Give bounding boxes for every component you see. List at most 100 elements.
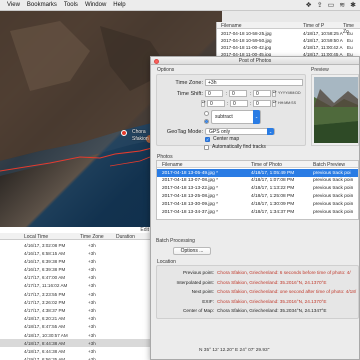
- col-filename[interactable]: Filename: [162, 162, 183, 168]
- geotag-mode-label: GeoTag Mode:: [166, 129, 203, 135]
- status-tray: ❖ ⇪ ▭ ≋ ✱: [305, 1, 356, 9]
- table-row[interactable]: 4/17/17, 6:47:00 AM +3h: [0, 274, 154, 282]
- local-time-cell: 4/17/17, 4:38:37 PM: [24, 308, 66, 313]
- photo-row[interactable]: 2017-04-18 13-05-49.jpg * 4/18/17, 1:05:4…: [157, 169, 358, 177]
- track-table[interactable]: Edit Local Time Time Zone Duration 4/16/…: [0, 227, 154, 360]
- shift-years-field[interactable]: 0: [205, 90, 223, 97]
- menu-help[interactable]: Help: [113, 2, 125, 8]
- shift-mode-select[interactable]: subtract ⌄: [211, 110, 261, 124]
- col-local-time[interactable]: Local Time: [24, 234, 48, 240]
- photo-filename-cell: 2017-04-18 13-05-49.jpg *: [162, 170, 219, 176]
- shift-minutes-field[interactable]: 0: [230, 100, 248, 107]
- options-label: Options: [157, 67, 175, 73]
- table-row[interactable]: 4/18/17, 8:47:55 AM +3h: [0, 323, 154, 331]
- table-row[interactable]: 4/17/17, 3:26:02 PM +3h: [0, 298, 154, 306]
- table-row[interactable]: 4/16/17, 6:39:38 PM +3h: [0, 257, 154, 265]
- bluetooth-icon[interactable]: ✱: [350, 1, 356, 9]
- table-row[interactable]: 4/17/17, 4:38:37 PM +3h: [0, 307, 154, 315]
- col-duration[interactable]: Duration: [116, 234, 135, 240]
- add-radio[interactable]: [204, 111, 209, 116]
- auto-find-tracks-checkbox[interactable]: [204, 145, 209, 150]
- dropbox-icon[interactable]: ❖: [305, 1, 311, 9]
- photos-table[interactable]: Filename Time of Photo Batch Preview 201…: [156, 160, 359, 220]
- col-filename[interactable]: Filename: [221, 23, 242, 29]
- table-row[interactable]: 4/16/17, 6:39:38 PM +3h: [0, 266, 154, 274]
- shift-date-stepper[interactable]: ▴▾: [272, 90, 277, 97]
- shift-hours-field[interactable]: 0: [207, 100, 225, 107]
- auto-find-tracks-label: Automatically find tracks: [212, 144, 266, 150]
- local-time-cell: 4/18/17, 8:47:55 AM: [24, 324, 66, 330]
- shift-seconds-field[interactable]: 0: [253, 100, 271, 107]
- preview-label: Preview: [311, 67, 329, 73]
- time-zone-field[interactable]: +3h: [205, 79, 303, 86]
- chevron-down-icon: ⌄: [253, 110, 260, 124]
- table-row[interactable]: 4/16/17, 3:02:08 PM +3h: [0, 241, 154, 249]
- col-time-zone[interactable]: Time Zone: [80, 234, 104, 240]
- local-time-cell: 4/18/17, 6:20:21 AM: [24, 316, 66, 322]
- shift-months-field[interactable]: 0: [229, 90, 247, 97]
- menu-view[interactable]: View: [7, 2, 20, 8]
- photo-filename-cell: 2017-04-18 13-25-08.jpg *: [162, 193, 219, 199]
- center-map-checkbox[interactable]: ✓: [205, 137, 210, 142]
- subtract-radio[interactable]: [204, 119, 209, 124]
- time-zone-label: Time Zone:: [175, 80, 203, 86]
- coordinate-readout: N 35° 12' 12.20" E 24° 07' 29.93": [199, 348, 270, 353]
- col-time-of-photo[interactable]: Time of Photo: [251, 162, 282, 168]
- time-zone-cell: +3h: [88, 316, 96, 322]
- photo-filename-cell: 2017-04-18 13-30-09.jpg *: [162, 201, 219, 207]
- table-row[interactable]: 4/17/17, 3:23:55 PM +3h: [0, 290, 154, 298]
- table-row[interactable]: 4/19/17, 6:56:35 AM +3h: [0, 356, 154, 360]
- photo-row[interactable]: 2017-04-18 13-34-37.jpg * 4/18/17, 1:34:3…: [157, 208, 358, 216]
- photo-time-cell: 4/18/17, 1:25:08 PM: [251, 193, 295, 199]
- options-button[interactable]: Options ...: [173, 247, 211, 255]
- shift-days-field[interactable]: 0: [253, 90, 271, 97]
- file-row[interactable]: 2017-04-18 10-59-50.jpg 4/18/17, 10:59:5…: [217, 37, 360, 44]
- close-icon[interactable]: [154, 58, 159, 64]
- wifi-icon[interactable]: ≋: [339, 1, 345, 9]
- col-time[interactable]: Time of P: [303, 23, 324, 29]
- photo-row[interactable]: 2017-04-18 13-25-08.jpg * 4/18/17, 1:25:0…: [157, 192, 358, 200]
- location-key: Center of Map:: [182, 308, 214, 313]
- location-value: Chora Sfakion, Griechenland: 35.2034°N, …: [217, 308, 327, 313]
- location-key: Previous point:: [182, 270, 214, 275]
- photo-time-cell: 4/18/17, 1:13:22 PM: [251, 186, 295, 192]
- local-time-cell: 4/16/17, 3:02:08 PM: [24, 242, 66, 248]
- photo-time-cell: 4/18/17, 1:07:08 PM: [251, 178, 295, 184]
- shift-time-stepper-left[interactable]: ▴▾: [201, 100, 206, 107]
- menu-bar: View Bookmarks Tools Window Help ❖ ⇪ ▭ ≋…: [0, 0, 360, 11]
- photo-preview: [311, 74, 359, 146]
- track-rows: 4/16/17, 3:02:08 PM +3h 4/16/17, 6:58:15 A…: [0, 241, 154, 360]
- file-row[interactable]: 2017-04-18 11-00-42.jpg 4/18/17, 11:00:4…: [217, 44, 360, 51]
- photo-batch-cell: previous track poin: [313, 209, 354, 215]
- photo-batch-cell: previous track poin: [313, 201, 354, 207]
- geotag-mode-select[interactable]: GPS only ⌄: [205, 128, 275, 135]
- location-key: Interpolated point:: [176, 279, 214, 285]
- location-pin-icon[interactable]: [121, 130, 127, 136]
- photo-time-cell: 4/18/17, 1:30:09 PM: [251, 201, 295, 207]
- menu-window[interactable]: Window: [85, 2, 106, 8]
- batch-processing-label: Batch Processing: [156, 238, 195, 244]
- file-list-header: Filename Time of P Time Zo: [217, 22, 360, 35]
- photo-batch-cell: previous track poi: [313, 170, 351, 176]
- photo-row[interactable]: 2017-04-18 13-07-08.jpg * 4/18/17, 1:07:0…: [157, 177, 358, 185]
- display-icon[interactable]: ▭: [328, 1, 335, 9]
- file-list[interactable]: Filename Time of P Time Zo 2017-04-18 10…: [216, 22, 360, 58]
- table-row[interactable]: 4/18/17, 8:44:38 AM +3h: [0, 339, 154, 348]
- preview-landscape: [314, 77, 358, 143]
- shift-time-stepper[interactable]: ▴▾: [272, 100, 277, 107]
- photo-row[interactable]: 2017-04-18 13-30-09.jpg * 4/18/17, 1:30:0…: [157, 200, 358, 208]
- upload-icon[interactable]: ⇪: [317, 1, 323, 9]
- table-row[interactable]: 4/18/17, 10:30:57 AM +3h: [0, 331, 154, 339]
- photo-row[interactable]: 2017-04-18 13-13-22.jpg * 4/18/17, 1:13:2…: [157, 185, 358, 193]
- menu-bookmarks[interactable]: Bookmarks: [27, 2, 57, 8]
- time-zone-cell: +3h: [88, 267, 96, 273]
- table-row[interactable]: 4/18/17, 6:20:21 AM +3h: [0, 315, 154, 323]
- col-batch-preview[interactable]: Batch Preview: [313, 162, 345, 168]
- local-time-cell: 4/17/17, 3:26:02 PM: [24, 299, 66, 305]
- menu-tools[interactable]: Tools: [64, 2, 78, 8]
- file-row[interactable]: 2017-04-18 10-58-25.jpg 4/18/17, 10:58:2…: [217, 30, 360, 37]
- table-row[interactable]: 4/16/17, 6:58:15 AM +3h: [0, 249, 154, 257]
- table-row[interactable]: 4/18/17, 6:44:38 AM +3h: [0, 347, 154, 355]
- table-row[interactable]: 4/17/17, 11:16:02 AM +3h: [0, 282, 154, 290]
- time-zone-cell: +3h: [88, 324, 96, 330]
